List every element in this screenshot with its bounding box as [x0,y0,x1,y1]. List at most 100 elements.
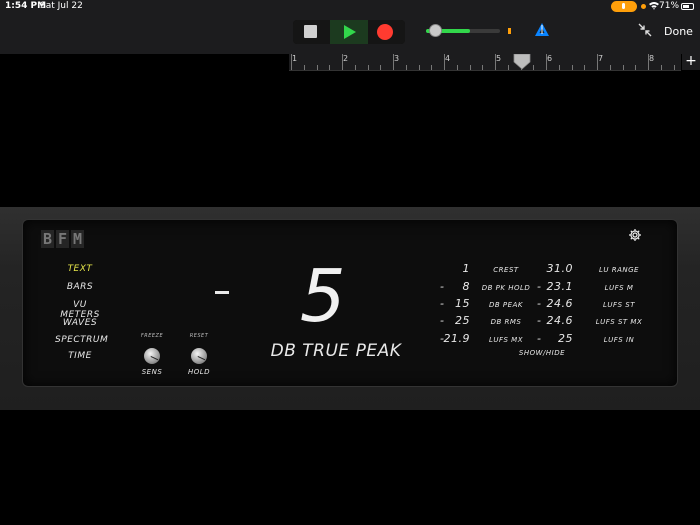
ruler-tick [431,65,433,70]
ruler-tick [533,65,535,70]
db-rms-label: DB RMS [490,318,522,326]
lufs-in-label: LUFS IN [603,336,635,344]
ruler-tick [354,65,356,70]
menu-item-text[interactable]: TEXT [55,264,105,274]
ruler-tick [648,54,649,70]
db-pk-hold-value: 8 [462,280,470,293]
output-level-meter [508,28,511,34]
lufs-st-mx-value: 24.6 [546,314,573,327]
microphone-in-use-icon[interactable] [611,1,637,12]
ruler-tick [609,65,611,70]
hold-label: HOLD [187,368,211,376]
lufs-st-value: 24.6 [546,297,573,310]
ruler-tick [507,65,509,70]
true-peak-label: DB TRUE PEAK [270,341,402,361]
ruler-tick [303,65,305,70]
ruler-tick [329,65,331,70]
battery-percentage: 71% [659,1,680,11]
exit-fullscreen-button[interactable] [636,22,654,40]
ruler-bar-number: 7 [598,54,604,63]
lufs-st-mx-label: LUFS ST MX [595,318,643,326]
show-hide-toggle[interactable]: SHOW/HIDE [512,349,572,357]
battery-icon [681,3,694,10]
sens-knob[interactable] [144,348,160,364]
db-peak-label: DB PEAK [489,301,523,309]
lufs-mx-label: LUFS MX [488,336,524,344]
ruler-tick [622,65,624,70]
ruler-tick [584,65,586,70]
record-button[interactable] [368,20,405,44]
stop-button[interactable] [293,20,330,44]
lufs-in-value: 25 [558,332,573,345]
master-volume-slider[interactable] [426,24,500,38]
lufs-st-mx-sign: - [537,314,542,327]
ruler-tick [291,54,292,70]
ruler-bar-number: 1 [292,54,298,63]
ruler-tick [444,54,445,70]
ruler-bar-number: 3 [394,54,400,63]
control-bar: Done [0,14,700,54]
db-pk-hold-label: DB PK HOLD [481,284,531,292]
db-peak-value: 15 [455,297,470,310]
db-rms-value: 25 [455,314,470,327]
lu-range-value: 31.0 [546,262,573,275]
ruler-bar-number: 5 [496,54,502,63]
settings-button[interactable] [628,227,642,241]
menu-item-spectrum[interactable]: SPECTRUM [55,335,108,345]
ruler-tick [342,54,343,70]
ruler-tick [482,65,484,70]
lufs-m-sign: - [537,280,542,293]
ruler-tick [316,65,318,70]
ruler-tick [660,65,662,70]
ruler-tick [405,65,407,70]
crest-value: 1 [462,262,470,275]
playhead-icon [513,53,531,70]
lufs-m-value: 23.1 [546,280,573,293]
ruler-bar-number: 2 [343,54,349,63]
lufs-st-label: LUFS ST [603,301,635,309]
status-date: Sat Jul 22 [40,1,83,11]
done-button[interactable]: Done [664,25,693,38]
brand-letter: F [56,230,69,248]
ruler-bar-number: 8 [649,54,655,63]
lufs-st-sign: - [537,297,542,310]
lufs-in-sign: - [537,332,542,345]
ruler-tick [380,65,382,70]
menu-item-bars[interactable]: BARS [55,282,105,292]
brand-logo: BFM [41,229,86,248]
record-icon [377,24,393,40]
lufs-m-label: LUFS M [604,284,634,292]
sens-label: SENS [141,368,163,376]
timeline-ruler[interactable]: 1 2 3 4 5 6 7 8 [289,54,688,71]
playhead-handle[interactable] [513,53,531,70]
status-bar: 1:54 PM Sat Jul 22 71% [0,0,700,14]
true-peak-value: 5 [299,254,347,338]
add-track-button[interactable]: + [682,54,700,70]
ruler-tick [635,65,637,70]
ruler-tick [469,65,471,70]
ruler-bar-number: 4 [445,54,451,63]
ruler-tick [673,65,675,70]
hold-knob[interactable] [191,348,207,364]
volume-slider-thumb[interactable] [429,24,442,37]
ruler-tick [571,65,573,70]
ruler-tick [418,65,420,70]
plus-icon: + [685,53,697,69]
play-button[interactable] [330,20,368,44]
tuner-icon [535,23,549,36]
freeze-label: FREEZE [140,333,164,339]
tuner-button[interactable] [534,22,550,38]
reset-label: RESET [189,333,209,339]
ruler-tick [597,54,598,70]
gear-icon [629,229,641,241]
main-value-sign [215,291,229,294]
play-icon [344,25,356,39]
menu-item-time[interactable]: TIME [55,351,105,361]
menu-item-waves[interactable]: WAVES [55,318,105,328]
collapse-arrows-icon [638,23,652,37]
battery-level-fill [683,5,689,8]
ruler-bar-number: 6 [547,54,553,63]
lu-range-label: LU RANGE [599,266,639,274]
wifi-icon [649,1,659,13]
menu-item-vu-meters[interactable]: VU METERS [55,300,105,320]
